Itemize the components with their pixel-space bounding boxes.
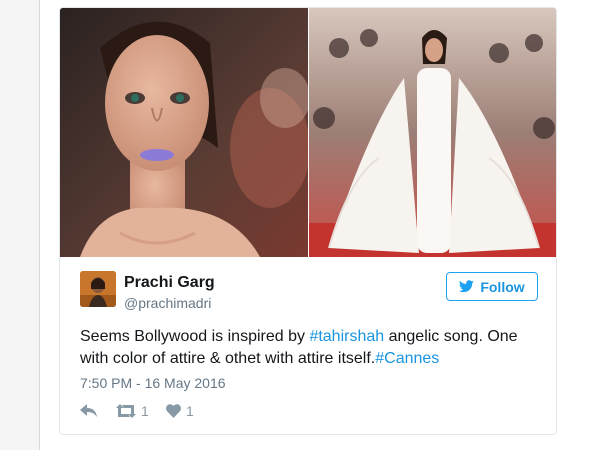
media-photo-left[interactable] bbox=[60, 8, 308, 257]
hashtag-tahirshah[interactable]: #tahirshah bbox=[309, 328, 384, 345]
author-handle[interactable]: @prachimadri bbox=[124, 295, 211, 311]
retweet-count: 1 bbox=[141, 403, 149, 419]
like-button[interactable]: 1 bbox=[166, 401, 194, 421]
follow-label: Follow bbox=[480, 278, 525, 295]
reply-button[interactable] bbox=[80, 401, 97, 421]
tweet-media[interactable] bbox=[60, 8, 556, 257]
tweet-text-prefix: Seems Bollywood is inspired by bbox=[80, 328, 310, 345]
left-gutter bbox=[0, 0, 40, 450]
media-photo-right[interactable] bbox=[309, 8, 556, 257]
author-avatar[interactable] bbox=[80, 271, 116, 307]
heart-icon bbox=[166, 404, 181, 418]
like-count: 1 bbox=[186, 403, 194, 419]
reply-icon bbox=[80, 404, 97, 417]
tweet-text: Seems Bollywood is inspired by #tahirsha… bbox=[80, 326, 535, 370]
twitter-bird-icon bbox=[459, 280, 475, 293]
author-name[interactable]: Prachi Garg bbox=[124, 274, 215, 292]
follow-button[interactable]: Follow bbox=[446, 272, 538, 301]
hashtag-cannes[interactable]: #Cannes bbox=[375, 350, 439, 367]
retweet-icon bbox=[116, 404, 136, 418]
embedded-tweet-card: Prachi Garg @prachimadri Follow Seems Bo… bbox=[59, 7, 557, 435]
retweet-button[interactable]: 1 bbox=[116, 401, 149, 421]
tweet-timestamp[interactable]: 7:50 PM - 16 May 2016 bbox=[80, 375, 226, 391]
